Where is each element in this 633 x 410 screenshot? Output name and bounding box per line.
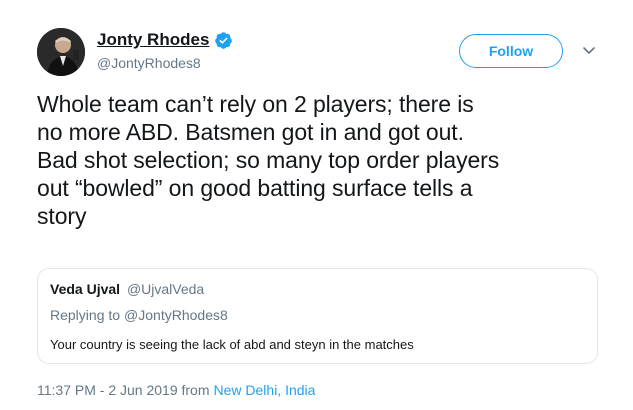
follow-button[interactable]: Follow	[459, 34, 563, 68]
author-handle[interactable]: @JontyRhodes8	[97, 55, 233, 71]
tweet-text-line: Whole team can’t rely on 2 players; ther…	[37, 91, 474, 117]
tweet-text: Whole team can’t rely on 2 players; ther…	[37, 90, 607, 230]
author-name-row: Jonty Rhodes	[97, 28, 233, 52]
replying-to-label: Replying to	[50, 307, 121, 323]
author-info: Jonty Rhodes @JontyRhodes8	[97, 28, 233, 71]
tweet-text-line: no more ABD. Batsmen got in and got out.	[37, 119, 464, 145]
tweet-text-line: out “bowled” on good batting surface tel…	[37, 175, 473, 201]
chevron-down-icon[interactable]	[581, 42, 597, 58]
tweet-meta: 11:37 PM - 2 Jun 2019 from New Delhi, Ind…	[37, 382, 315, 398]
tweet-text-line: story	[37, 203, 87, 229]
quoted-author-handle: @UjvalVeda	[126, 281, 205, 297]
quoted-tweet-text: Your country is seeing the lack of abd a…	[50, 337, 414, 352]
author-name[interactable]: Jonty Rhodes	[97, 30, 209, 50]
verified-badge-icon	[214, 31, 233, 50]
tweet-card: Jonty Rhodes @JontyRhodes8 Follow Whole …	[0, 0, 633, 410]
quoted-tweet[interactable]: Veda Ujval @UjvalVeda Replying to @JontyR…	[37, 268, 598, 364]
tweet-text-line: Bad shot selection; so many top order pl…	[37, 147, 500, 173]
replying-to: Replying to @JontyRhodes8	[50, 307, 228, 323]
quoted-author-name: Veda Ujval	[50, 281, 121, 297]
replying-to-handle[interactable]: @JontyRhodes8	[124, 307, 228, 323]
tweet-location[interactable]: New Delhi, India	[214, 382, 316, 398]
avatar-image	[37, 28, 85, 76]
quoted-author-row: Veda Ujval @UjvalVeda	[50, 281, 204, 297]
avatar[interactable]	[37, 28, 85, 76]
from-label: from	[181, 382, 210, 398]
tweet-timestamp[interactable]: 11:37 PM - 2 Jun 2019	[37, 382, 178, 398]
